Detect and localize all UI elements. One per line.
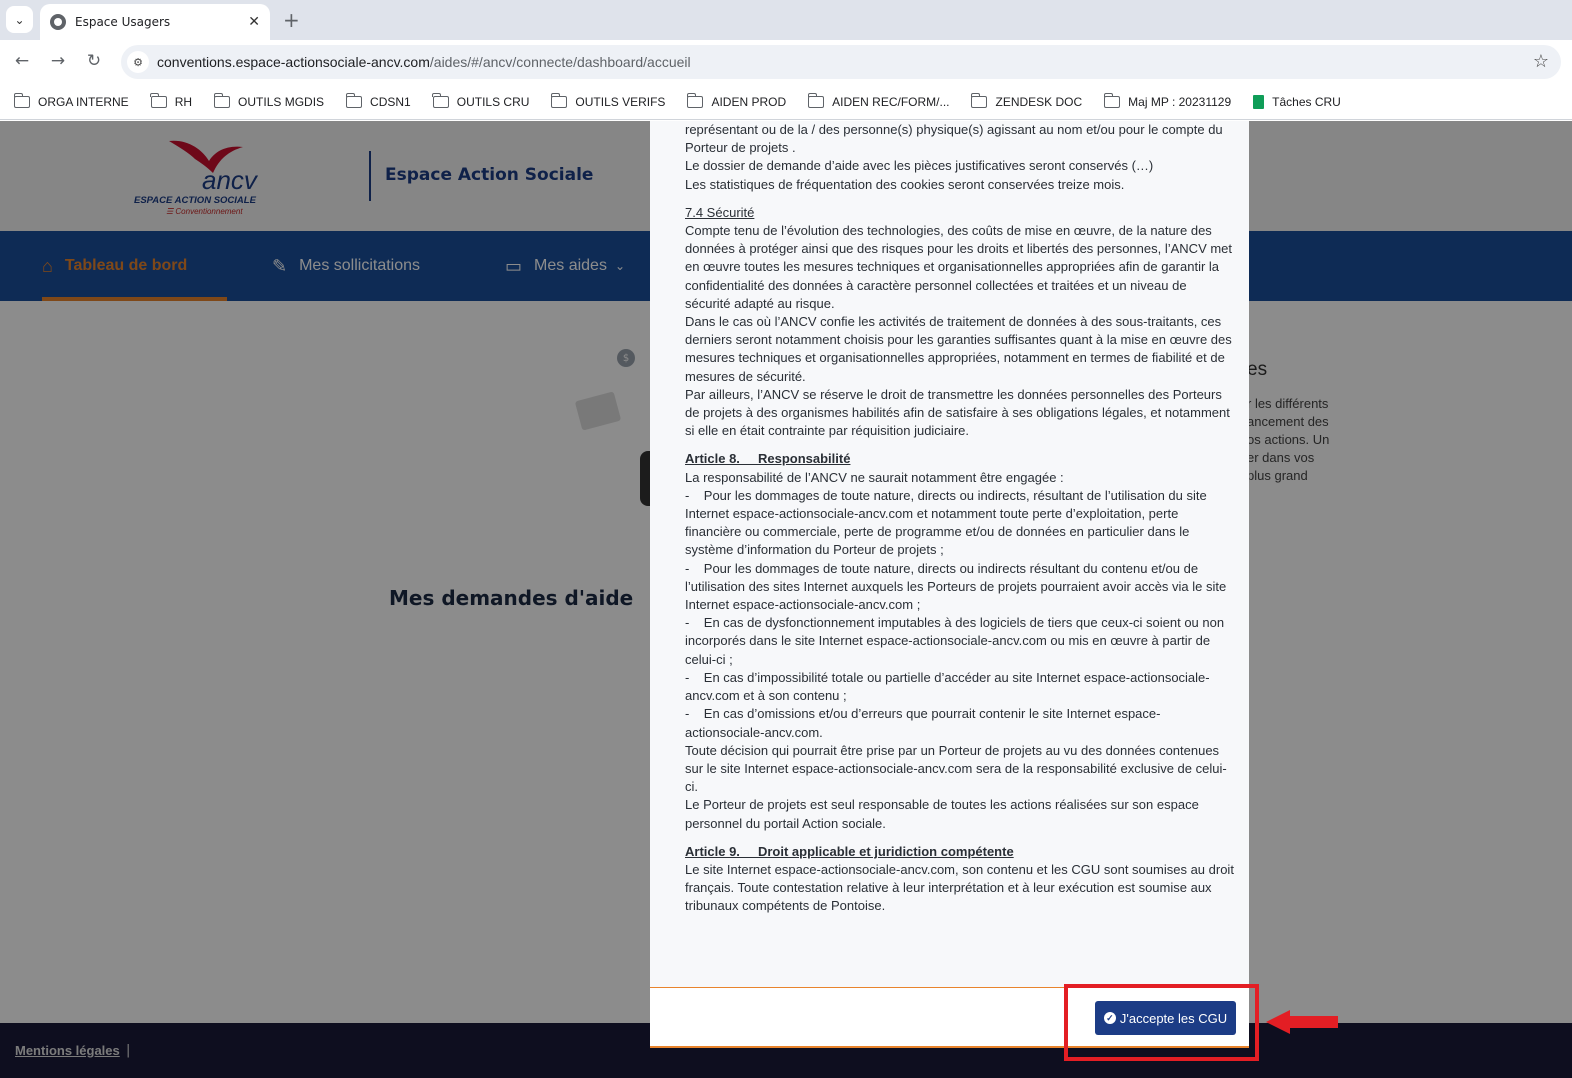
close-icon[interactable]: ✕ (248, 14, 260, 30)
address-bar[interactable]: ⚙ conventions.espace-actionsociale-ancv.… (121, 45, 1561, 79)
new-tab-icon[interactable]: + (283, 8, 300, 32)
bookmark-folder[interactable]: ZENDESK DOC (970, 92, 1082, 109)
folder-icon (686, 92, 704, 108)
folder-icon (150, 92, 167, 108)
folder-icon (1103, 92, 1121, 108)
browser-tabstrip: ⌄ Espace Usagers ✕ + (0, 0, 1572, 40)
back-icon[interactable]: ← (11, 51, 33, 71)
bookmark-folder[interactable]: OUTILS MGDIS (213, 92, 324, 109)
bookmark-folder[interactable]: CDSN1 (345, 92, 411, 109)
bookmark-folder[interactable]: Maj MP : 20231129 (1103, 92, 1231, 109)
bookmark-folder[interactable]: OUTILS CRU (432, 92, 529, 109)
cgu-text[interactable]: représentant ou de la / des personne(s) … (650, 121, 1249, 987)
browser-tab[interactable]: Espace Usagers ✕ (40, 4, 270, 40)
folder-icon (213, 92, 231, 108)
browser-toolbar: ← → ↻ ⚙ conventions.espace-actionsociale… (0, 40, 1572, 84)
reload-icon[interactable]: ↻ (83, 51, 105, 71)
bookmark-folder[interactable]: AIDEN REC/FORM/... (807, 92, 949, 109)
folder-icon (13, 92, 30, 108)
folder-icon (550, 92, 568, 108)
star-icon[interactable]: ☆ (1533, 51, 1549, 72)
tab-search-button[interactable]: ⌄ (6, 6, 33, 33)
annotation-arrow-icon (1266, 1010, 1338, 1034)
url-text: conventions.espace-actionsociale-ancv.co… (157, 54, 691, 70)
site-settings-icon[interactable]: ⚙ (127, 51, 149, 73)
chevron-down-icon: ⌄ (14, 12, 25, 27)
annotation-highlight-box (1064, 984, 1259, 1061)
sheets-icon (1253, 94, 1265, 109)
cgu-modal: représentant ou de la / des personne(s) … (650, 121, 1249, 1048)
globe-icon (50, 14, 66, 30)
folder-icon (970, 92, 988, 108)
bookmark-folder[interactable]: ORGA INTERNE (13, 92, 129, 109)
bookmark-sheet[interactable]: Tâches CRU (1253, 94, 1341, 109)
bookmarks-bar: ORGA INTERNE RH OUTILS MGDIS CDSN1 OUTIL… (0, 84, 1572, 120)
forward-icon[interactable]: → (47, 51, 69, 71)
article-8-title: Article 8. Responsabilité (685, 451, 851, 467)
tab-title: Espace Usagers (75, 15, 171, 29)
bookmark-folder[interactable]: AIDEN PROD (686, 92, 786, 109)
folder-icon (432, 92, 449, 108)
bookmark-folder[interactable]: OUTILS VERIFS (550, 92, 665, 109)
article-9-title: Article 9. Droit applicable et juridicti… (685, 843, 1014, 859)
bookmark-folder[interactable]: RH (150, 92, 192, 109)
folder-icon (807, 92, 825, 108)
section-7-4-title: 7.4 Sécurité (685, 204, 755, 220)
folder-icon (345, 92, 363, 108)
